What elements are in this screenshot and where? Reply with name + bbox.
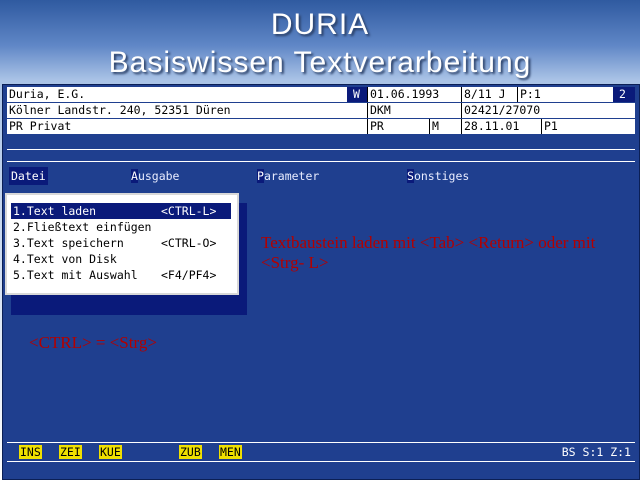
key-zub[interactable]: ZUB xyxy=(179,445,202,459)
key-men[interactable]: MEN xyxy=(219,445,242,459)
record-kind: PR xyxy=(367,119,429,134)
header-row-2: Kölner Landstr. 240, 52351 Düren DKM 024… xyxy=(7,103,635,118)
datei-dropdown: 1.Text laden <CTRL-L> 2.Fließtext einfüge… xyxy=(5,193,239,295)
terminal-screen: Duria, E.G. W 01.06.1993 8/11 J P:1 2 Kö… xyxy=(2,84,640,480)
dropdown-item-label: 3.Text speichern xyxy=(13,236,124,250)
menu-parameter[interactable]: Parameter xyxy=(257,167,319,185)
header-row-1: Duria, E.G. W 01.06.1993 8/11 J P:1 2 xyxy=(7,87,635,102)
menu-parameter-key: P xyxy=(257,169,264,183)
record-code: 8/11 J xyxy=(461,87,517,102)
slide-title: DURIA xyxy=(270,8,370,41)
menu-ausgabe[interactable]: Ausgabe xyxy=(131,167,179,185)
status-info: BS S:1 Z:1 xyxy=(561,445,631,459)
dropdown-item-text-von-disk[interactable]: 4.Text von Disk xyxy=(11,251,231,267)
record-name: Duria, E.G. xyxy=(7,87,347,102)
record-m: M xyxy=(429,119,461,134)
key-ins[interactable]: INS xyxy=(19,445,42,459)
hint-annotation: Textbaustein laden mit <Tab> <Return> od… xyxy=(261,233,596,272)
record-type: PR Privat xyxy=(7,119,367,134)
status-bar: INS ZEI KUE ZUB MEN BS S:1 Z:1 xyxy=(7,442,635,462)
dropdown-item-text-speichern[interactable]: 3.Text speichern <CTRL-O> xyxy=(11,235,231,251)
dropdown-item-shortcut: <F4/PF4> xyxy=(161,268,217,282)
record-date2: 28.11.01 xyxy=(461,119,541,134)
dropdown-item-shortcut: <CTRL-L> xyxy=(161,204,217,218)
menu-bar: Datei Ausgabe Parameter Sonstiges xyxy=(7,167,635,185)
dropdown-item-shortcut: <CTRL-O> xyxy=(161,236,217,250)
header-row-3: PR Privat PR M 28.11.01 P1 xyxy=(7,119,635,134)
menu-ausgabe-key: A xyxy=(131,169,138,183)
dropdown-item-text-mit-auswahl[interactable]: 5.Text mit Auswahl <F4/PF4> xyxy=(11,267,231,283)
divider xyxy=(7,149,635,150)
record-page: P:1 xyxy=(517,87,613,102)
menu-datei[interactable]: Datei xyxy=(9,167,48,185)
record-abbr: DKM xyxy=(367,103,461,118)
menu-sonstiges-key: S xyxy=(407,169,414,183)
menu-ausgabe-label: usgabe xyxy=(137,169,180,183)
record-p: P1 xyxy=(541,119,635,134)
record-phone: 02421/27070 xyxy=(461,103,635,118)
menu-parameter-label: arameter xyxy=(263,169,320,183)
slide-subtitle: Basiswissen Textverarbeitung xyxy=(108,46,532,79)
key-kue[interactable]: KUE xyxy=(99,445,122,459)
menu-sonstiges-label: onstiges xyxy=(413,169,470,183)
record-number: 2 xyxy=(613,87,635,102)
dropdown-item-label: 5.Text mit Auswahl xyxy=(13,268,138,282)
record-flag: W xyxy=(347,87,367,102)
dropdown-item-label: 1.Text laden xyxy=(13,204,97,218)
record-date: 01.06.1993 xyxy=(367,87,461,102)
menu-sonstiges[interactable]: Sonstiges xyxy=(407,167,469,185)
divider xyxy=(7,161,635,162)
key-zei[interactable]: ZEI xyxy=(59,445,82,459)
record-address: Kölner Landstr. 240, 52351 Düren xyxy=(7,103,367,118)
dropdown-item-label: 2.Fließtext einfügen xyxy=(13,220,152,234)
ctrl-annotation: <CTRL> = <Strg> xyxy=(29,333,157,352)
dropdown-item-text-laden[interactable]: 1.Text laden <CTRL-L> xyxy=(11,203,231,219)
dropdown-item-label: 4.Text von Disk xyxy=(13,252,117,266)
dropdown-item-fliesstext[interactable]: 2.Fließtext einfügen xyxy=(11,219,231,235)
